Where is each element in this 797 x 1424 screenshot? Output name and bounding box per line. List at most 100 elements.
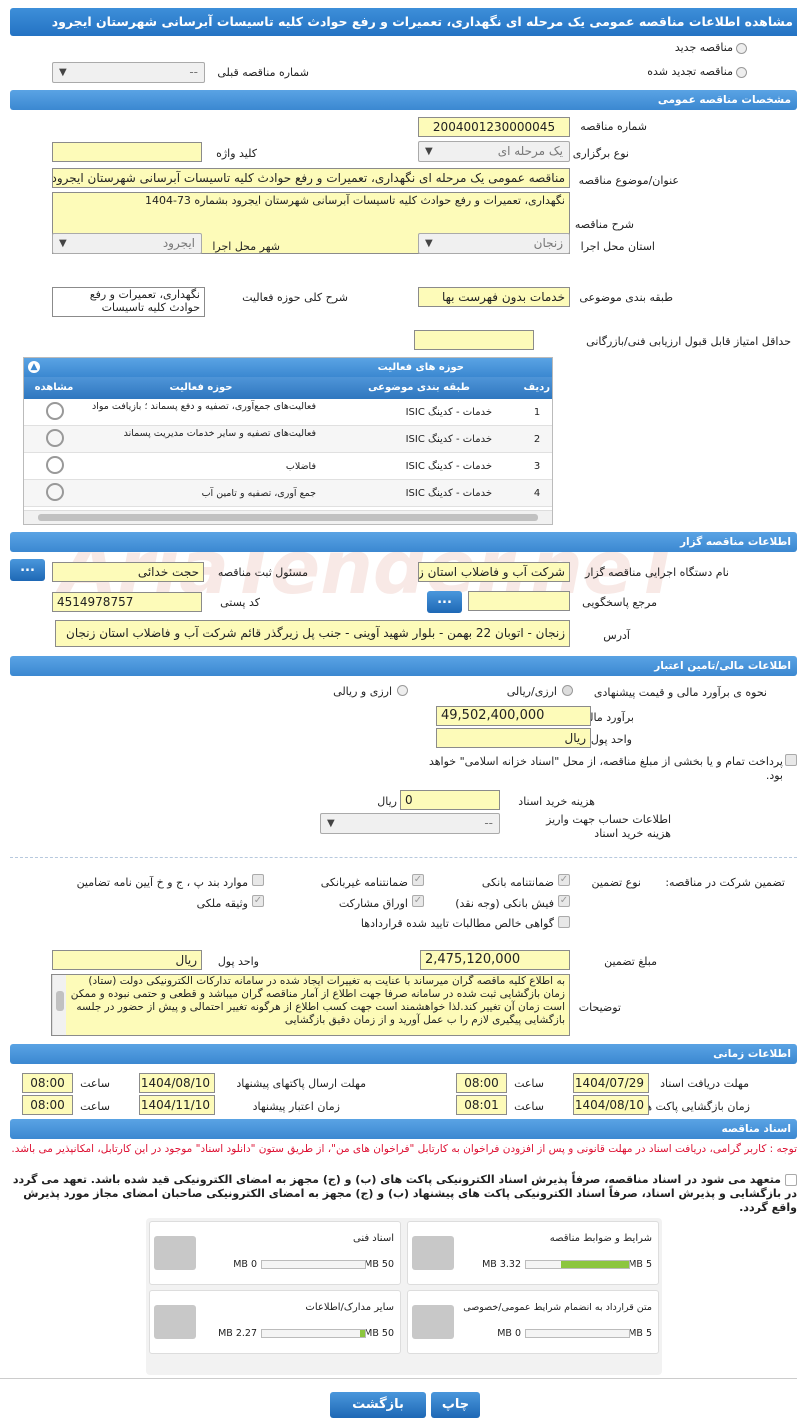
file-card-contract[interactable]: متن قرارداد به انضمام شرایط عمومی/خصوصی … <box>407 1290 659 1354</box>
clauses-checkbox[interactable] <box>252 874 264 886</box>
renewed-tender-radio[interactable] <box>736 67 747 78</box>
claims-checkbox[interactable] <box>558 916 570 928</box>
address-field[interactable]: زنجان - اتوبان 22 بهمن - بلوار شهید آوین… <box>55 620 570 647</box>
commit-text: متعهد می شود در اسناد مناقصه، صرفاً پذیر… <box>12 1173 797 1214</box>
org-field[interactable]: شرکت آب و فاضلاب استان زنجان <box>418 562 570 582</box>
currency-and-rial-radio[interactable] <box>397 685 408 696</box>
row-number: 3 <box>533 461 541 472</box>
magnifier-icon[interactable] <box>46 456 64 474</box>
print-button[interactable]: چاپ <box>431 1392 480 1418</box>
address-label: آدرس <box>603 629 630 642</box>
cash-receipt-label: فیش بانکی (وجه نقد) <box>455 897 554 910</box>
nonbank-guarantee-checkbox[interactable]: ✓ <box>412 874 424 886</box>
guarantee-amount-field[interactable]: 2,475,120,000 <box>420 950 570 970</box>
valid-label: زمان اعتبار پیشنهاد <box>252 1100 340 1113</box>
min-score-label: حداقل امتیاز قابل قبول ارزیابی فنی/بازرگ… <box>586 335 791 348</box>
docs-section-header: اسناد مناقصه <box>10 1119 797 1139</box>
property-checkbox[interactable]: ✓ <box>252 895 264 907</box>
bonds-label: اوراق مشارکت <box>338 897 408 910</box>
file-max: 5 MB <box>628 1259 652 1270</box>
send-time-field[interactable]: 08:00 <box>22 1073 73 1093</box>
row-number: 1 <box>533 407 541 418</box>
file-name: شرایط و ضوابط مناقصه <box>549 1233 652 1244</box>
bank-guarantee-checkbox[interactable]: ✓ <box>558 874 570 886</box>
prev-number-select[interactable]: -- ▼ <box>52 62 205 83</box>
activities-columns: ردیف طبقه بندی موضوعی حوزه فعالیت مشاهده <box>24 377 552 399</box>
guarantee-unit-field[interactable]: ریال <box>52 950 202 970</box>
treasury-text: پرداخت تمام و یا بخشی از مبلغ مناقصه، از… <box>428 755 783 782</box>
responsible-field[interactable]: حجت خدائی <box>52 562 204 582</box>
currency-rial-radio[interactable] <box>562 685 573 696</box>
scope-field[interactable]: نگهداری، تعمیرات و رفع حوادث کلیه تاسیسا… <box>52 287 205 317</box>
send-date-field[interactable]: 1404/08/10 <box>139 1073 215 1093</box>
account-label: اطلاعات حساب جهت واریز هزینه خرید اسناد <box>546 813 671 840</box>
notes-scrollbar[interactable] <box>52 975 66 1035</box>
keyword-label: کلید واژه <box>216 147 257 160</box>
subject-field[interactable]: مناقصه عمومی یک مرحله ای نگهداری، تعمیرا… <box>52 168 570 188</box>
file-card-other[interactable]: سایر مدارک/اطلاعات 50 MB 2.27 MB <box>149 1290 401 1354</box>
row-category: خدمات - کدینگ ISIC <box>405 434 492 445</box>
receive-time-field[interactable]: 08:00 <box>456 1073 507 1093</box>
treasury-checkbox[interactable] <box>785 754 797 766</box>
notes-label: توضیحات <box>578 1001 621 1014</box>
row-category: خدمات - کدینگ ISIC <box>405 461 492 472</box>
currency-field[interactable]: ریال <box>436 728 591 748</box>
notes-field[interactable]: به اطلاع کلیه ماقصه گران میرساند با عنای… <box>51 974 570 1036</box>
bonds-checkbox[interactable]: ✓ <box>412 895 424 907</box>
responsible-label: مسئول ثبت مناقصه <box>217 566 308 579</box>
file-max: 50 MB <box>364 1259 394 1270</box>
new-tender-radio[interactable] <box>736 43 747 54</box>
row-field: فعالیت‌های جمع‌آوری، تصفیه و دفع پسماند … <box>92 401 316 412</box>
receive-date-field[interactable]: 1404/07/29 <box>573 1073 649 1093</box>
table-row: 2 خدمات - کدینگ ISIC فعالیت‌های تصفیه و سا… <box>24 426 552 453</box>
file-progress-fill <box>560 1261 629 1268</box>
cash-receipt-checkbox[interactable]: ✓ <box>558 895 570 907</box>
org-lookup-button[interactable]: ... <box>10 559 45 581</box>
file-card-technical[interactable]: اسناد فنی 50 MB 0 MB <box>149 1221 401 1285</box>
folder-icon <box>412 1305 454 1339</box>
keyword-field[interactable] <box>52 142 202 162</box>
file-card-conditions[interactable]: شرایط و ضوابط مناقصه 5 MB 3.32 MB <box>407 1221 659 1285</box>
magnifier-icon[interactable] <box>46 429 64 447</box>
table-row: 3 خدمات - کدینگ ISIC فاضلاب <box>24 453 552 480</box>
back-button[interactable]: بازگشت <box>330 1392 426 1418</box>
min-score-field[interactable] <box>414 330 534 350</box>
description-label: شرح مناقصه <box>574 218 634 231</box>
valid-time-field[interactable]: 08:00 <box>22 1095 73 1115</box>
valid-time-label: ساعت <box>80 1100 110 1113</box>
province-value: زنجان <box>533 236 563 250</box>
postal-field[interactable]: 4514978757 <box>52 592 202 612</box>
file-name: اسناد فنی <box>353 1233 394 1244</box>
activities-table: حوزه های فعالیت ▲ ردیف طبقه بندی موضوعی … <box>23 357 553 525</box>
magnifier-icon[interactable] <box>46 483 64 501</box>
tender-number-label: شماره مناقصه <box>580 120 647 133</box>
category-label: طبقه بندی موضوعی <box>579 291 673 304</box>
notes-scroll-thumb[interactable] <box>56 991 64 1011</box>
open-date-field[interactable]: 1404/08/10 <box>573 1095 649 1115</box>
collapse-icon[interactable]: ▲ <box>28 361 40 373</box>
renewed-tender-label: مناقصه تجدید شده <box>647 65 733 78</box>
scrollbar-thumb[interactable] <box>38 514 538 521</box>
doc-fee-field[interactable]: 0 <box>400 790 500 810</box>
reference-lookup-button[interactable]: ... <box>427 591 462 613</box>
send-time-label: ساعت <box>80 1077 110 1090</box>
city-select[interactable]: ایجرود ▼ <box>52 233 202 254</box>
tender-number-field[interactable]: 2004001230000045 <box>418 117 570 137</box>
account-select[interactable]: -- ▼ <box>320 813 500 834</box>
claims-label: گواهی خالص مطالبات تایید شده قراردادها <box>360 917 554 930</box>
receive-time-label: ساعت <box>514 1077 544 1090</box>
estimate-field[interactable]: 49,502,400,000 <box>436 706 591 726</box>
open-label: زمان بازگشایی پاکت ها <box>642 1100 750 1113</box>
city-label: شهر محل اجرا <box>212 240 280 253</box>
open-time-field[interactable]: 08:01 <box>456 1095 507 1115</box>
chevron-down-icon: ▼ <box>327 818 335 829</box>
type-select[interactable]: یک مرحله ای ▼ <box>418 141 570 162</box>
general-section-header: مشخصات مناقصه عمومی <box>10 90 797 110</box>
province-select[interactable]: زنجان ▼ <box>418 233 570 254</box>
valid-date-field[interactable]: 1404/11/10 <box>139 1095 215 1115</box>
reference-field[interactable] <box>468 591 570 611</box>
folder-icon <box>154 1236 196 1270</box>
magnifier-icon[interactable] <box>46 402 64 420</box>
horizontal-scrollbar[interactable] <box>24 510 552 524</box>
category-field[interactable]: خدمات بدون فهرست بها <box>418 287 570 307</box>
